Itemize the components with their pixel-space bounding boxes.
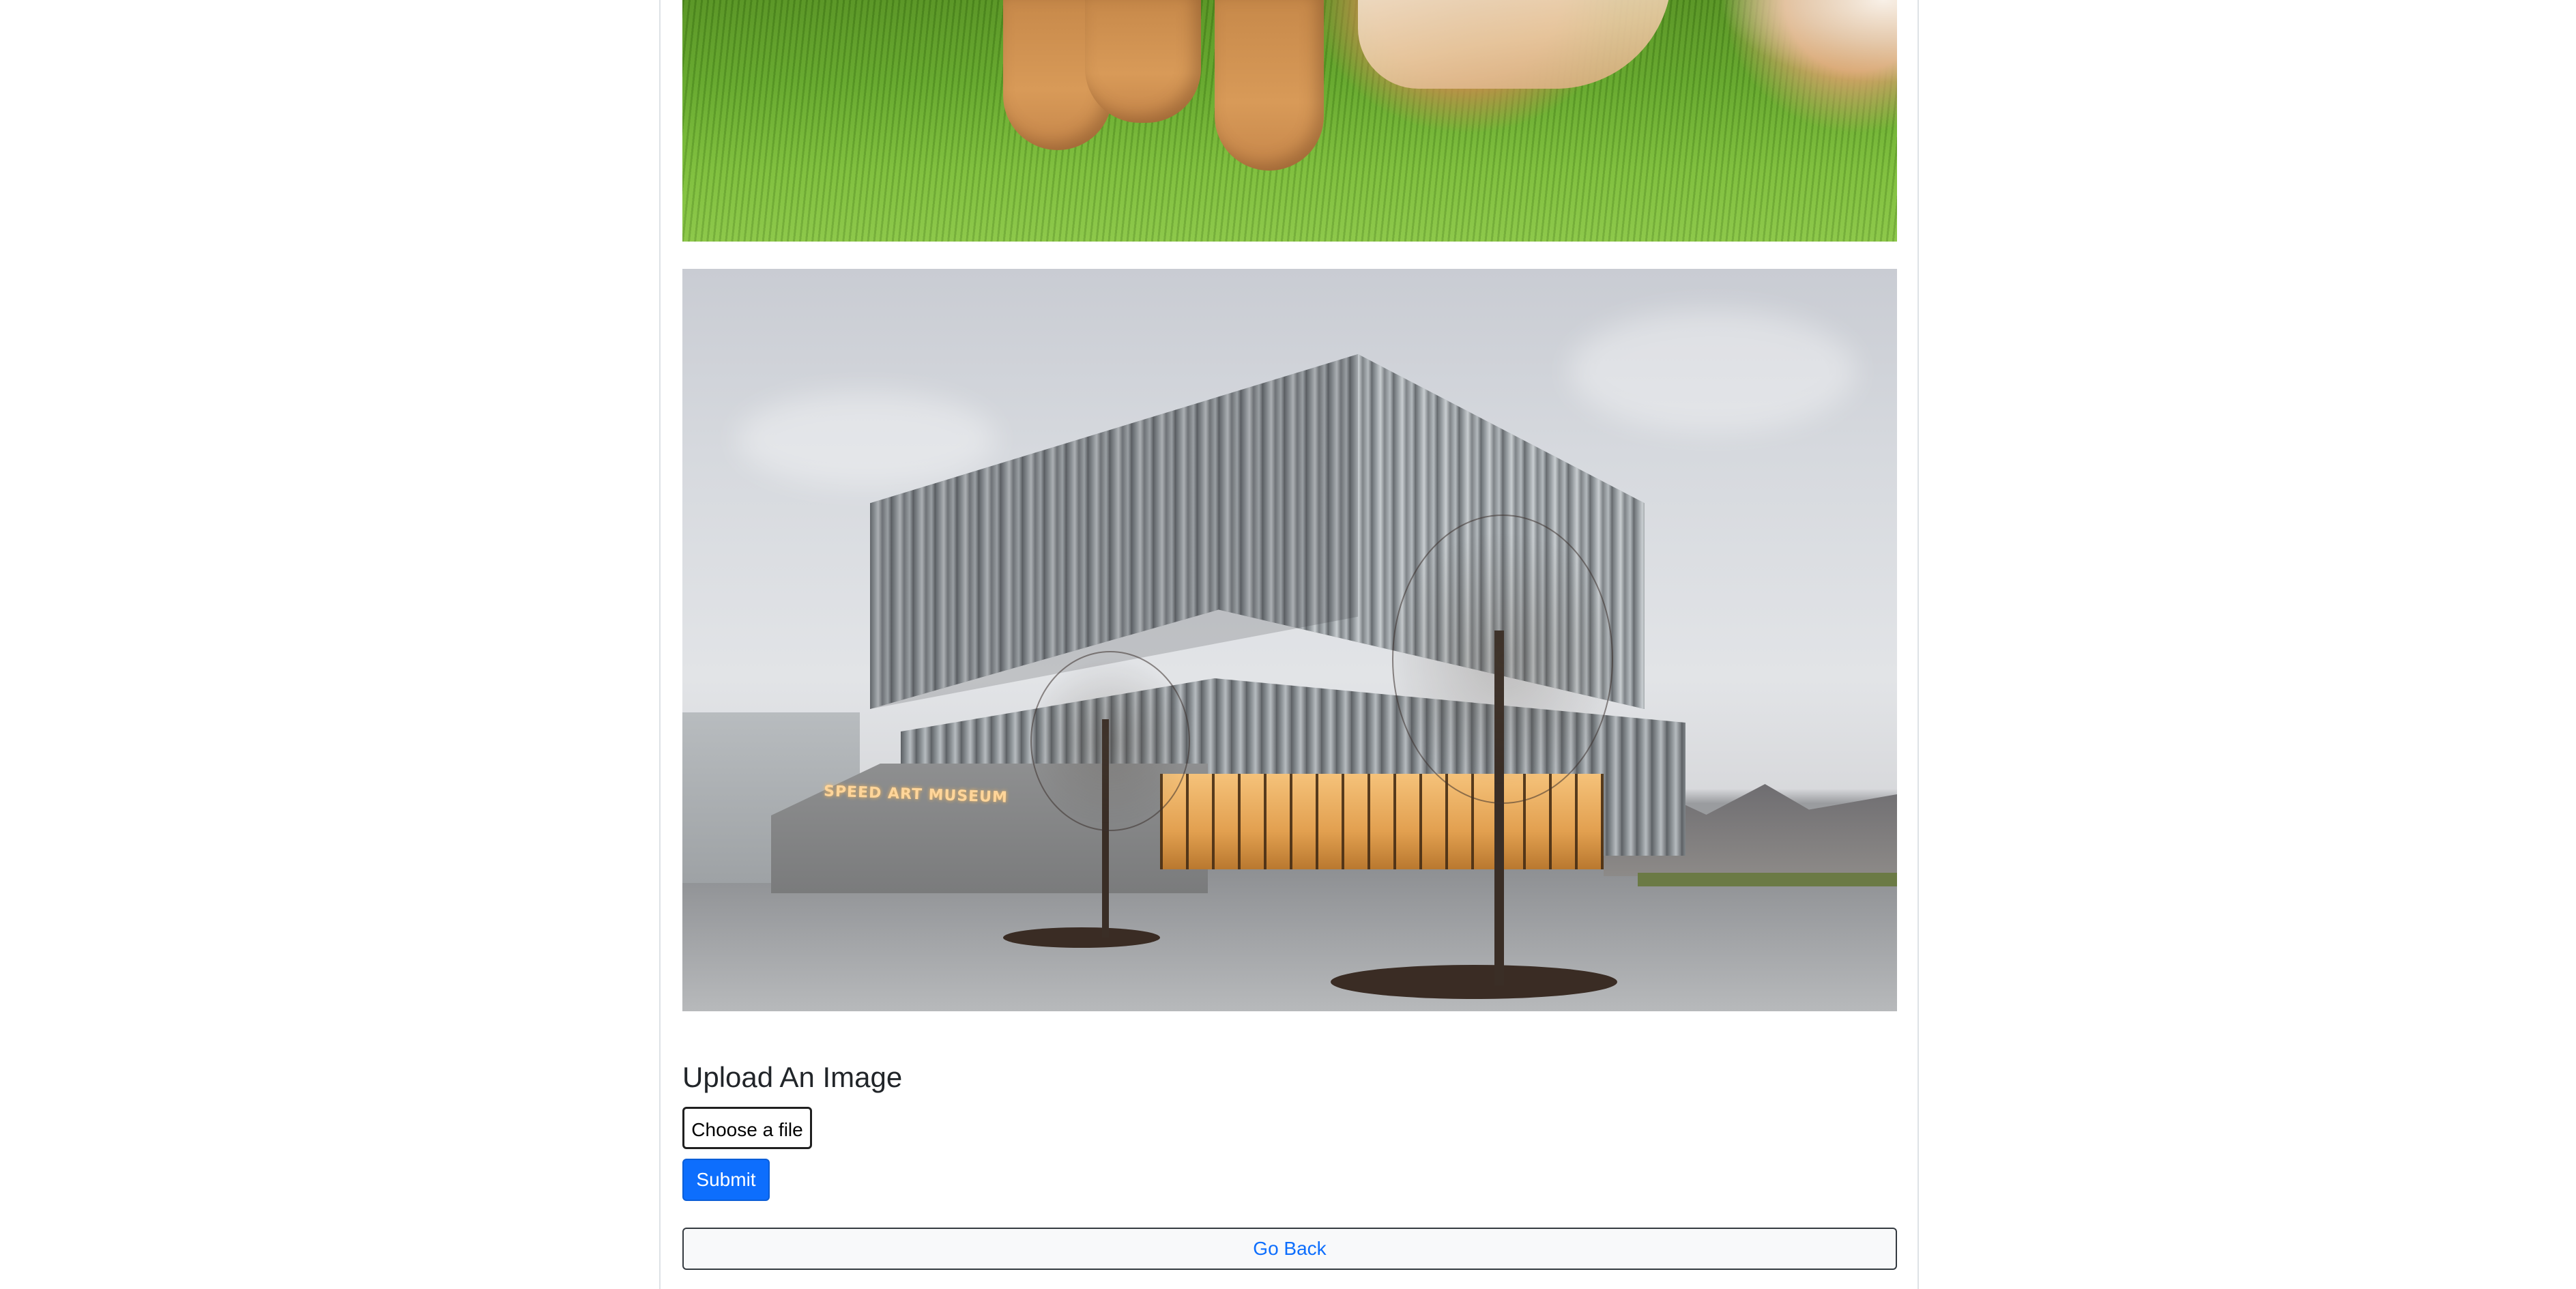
gallery-image-dog bbox=[682, 0, 1897, 242]
go-back-button[interactable]: Go Back bbox=[682, 1228, 1897, 1270]
upload-heading: Upload An Image bbox=[682, 1061, 903, 1093]
dog-tail bbox=[1358, 0, 1672, 89]
page: SPEED ART MUSEUM Upload An Image Choose … bbox=[0, 0, 2576, 1289]
choose-file-button[interactable]: Choose a file bbox=[682, 1107, 812, 1149]
dog-paw-right bbox=[1215, 0, 1324, 171]
cloud bbox=[737, 392, 996, 487]
tree-crown bbox=[1392, 515, 1613, 804]
submit-button[interactable]: Submit bbox=[682, 1159, 770, 1201]
cloud bbox=[1569, 310, 1856, 433]
grass-strip bbox=[1638, 873, 1897, 886]
tree-crown bbox=[1030, 651, 1190, 831]
tree-mulch bbox=[1331, 965, 1617, 999]
dog-paw-middle bbox=[1085, 0, 1201, 123]
tree-mulch bbox=[1003, 927, 1160, 948]
gallery-image-museum: SPEED ART MUSEUM bbox=[682, 269, 1897, 1011]
